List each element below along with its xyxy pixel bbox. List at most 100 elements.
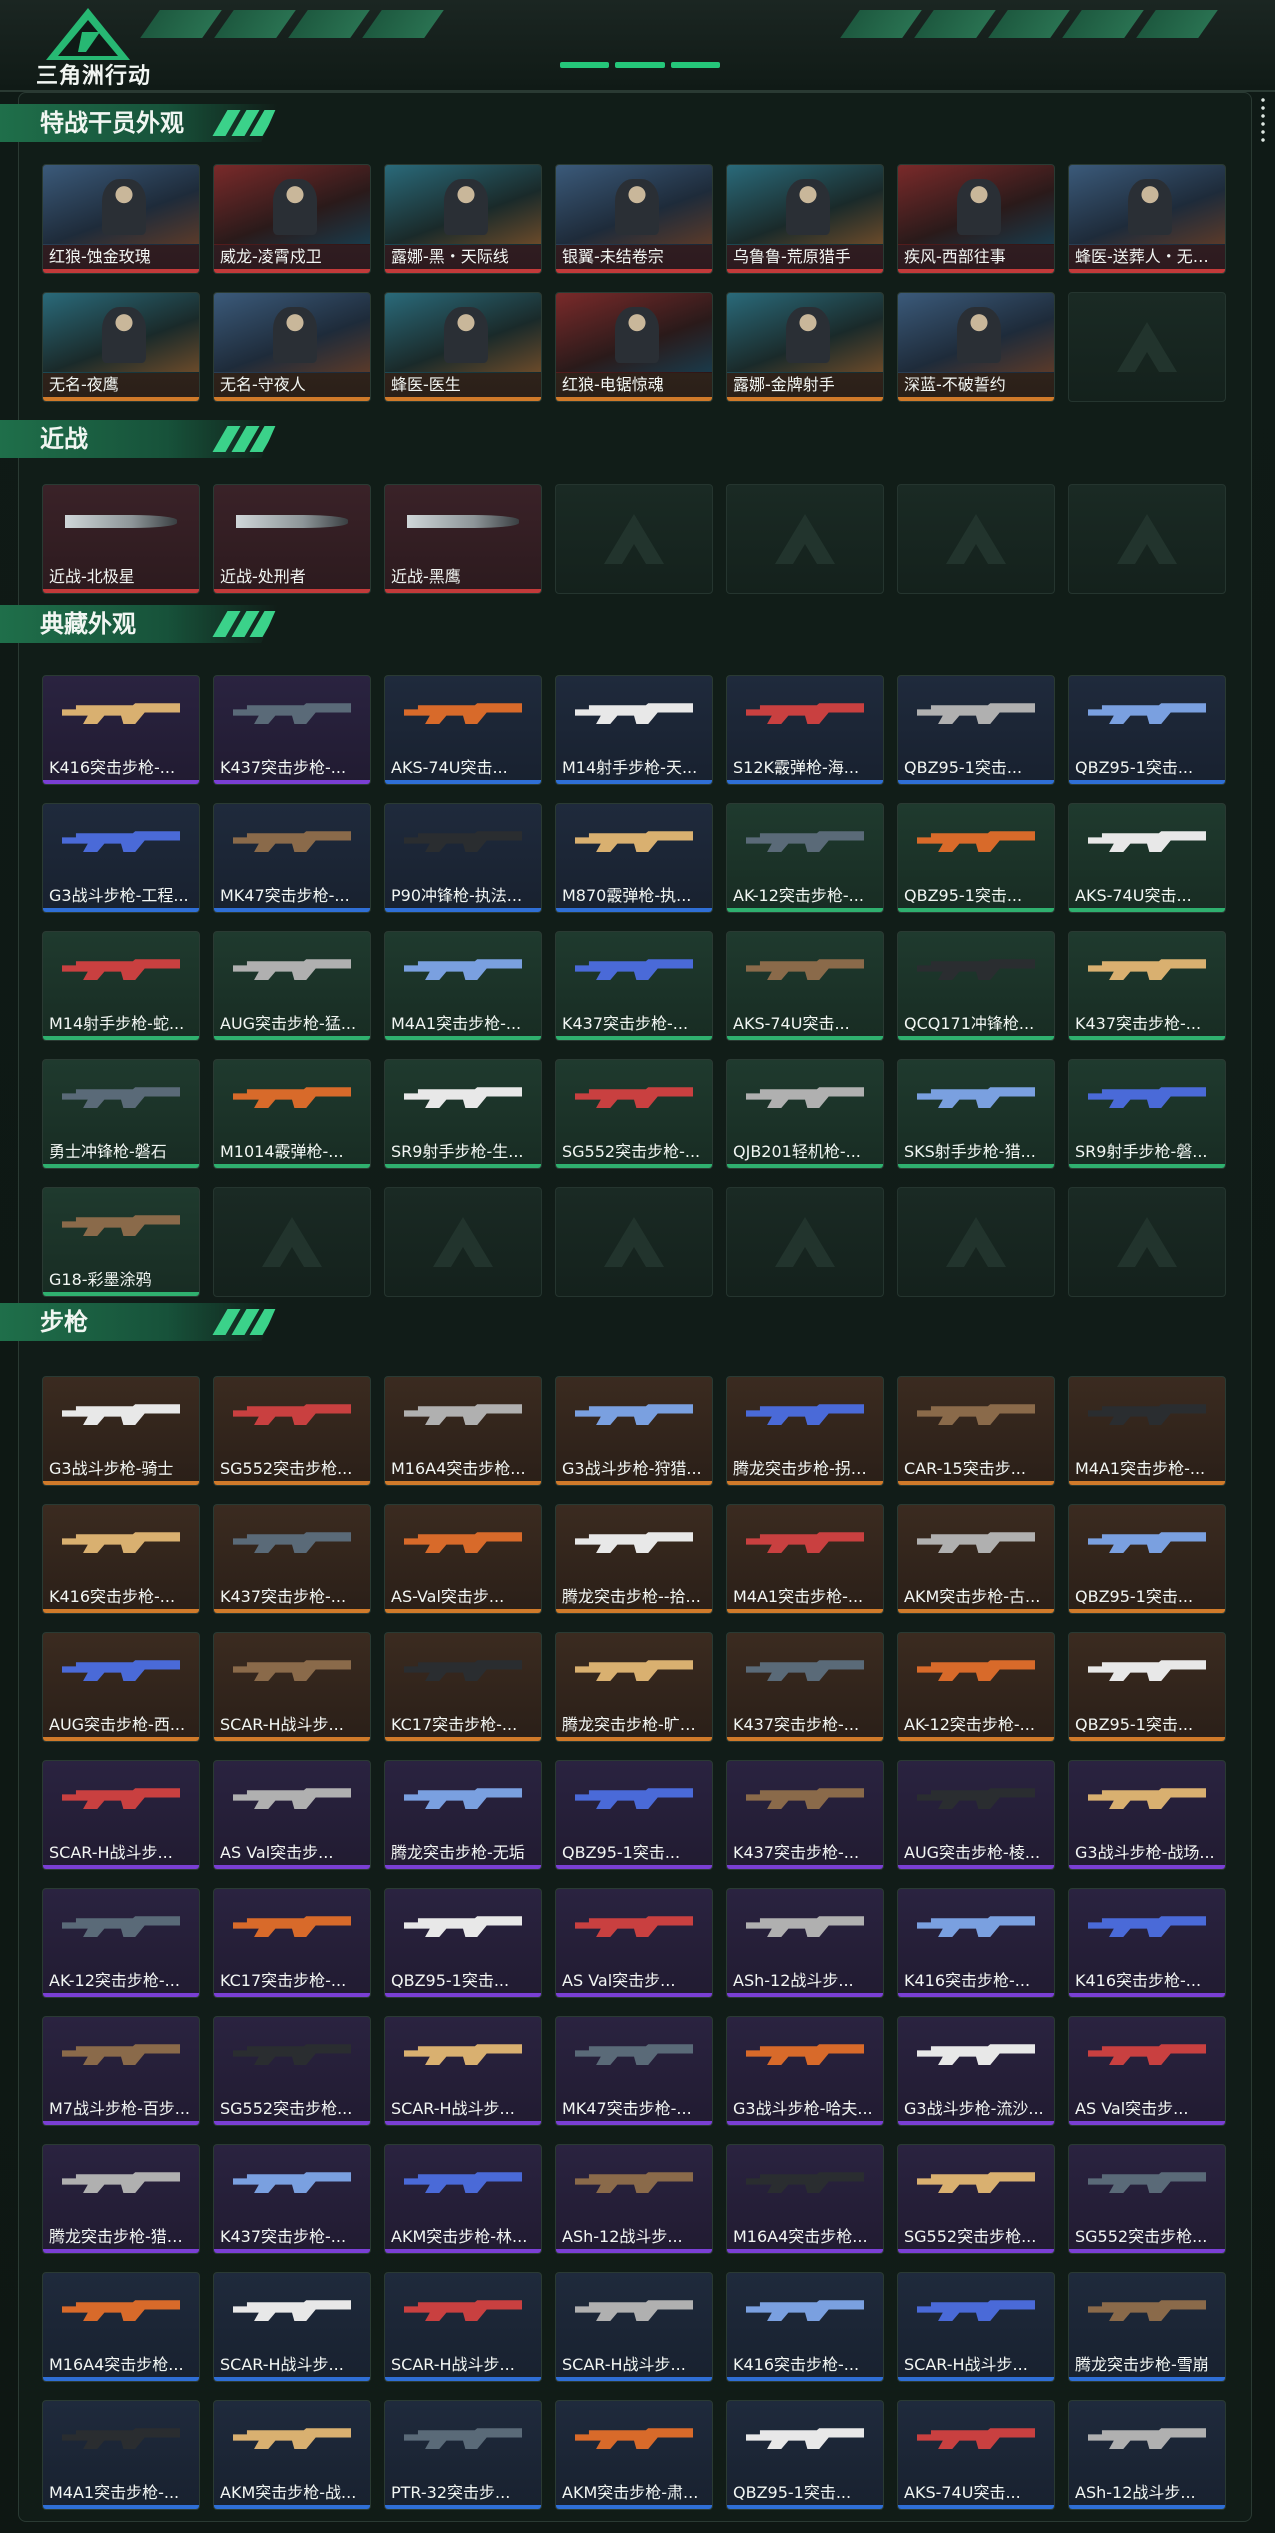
- item-card[interactable]: SCAR-H战斗步...: [897, 2272, 1055, 2382]
- item-card[interactable]: S12K霰弹枪-海...: [726, 675, 884, 785]
- item-card[interactable]: SCAR-H战斗步...: [213, 2272, 371, 2382]
- item-card[interactable]: M4A1突击步枪-...: [42, 2400, 200, 2510]
- item-card[interactable]: K437突击步枪-...: [213, 675, 371, 785]
- item-card[interactable]: AKM突击步枪-古...: [897, 1504, 1055, 1614]
- item-card[interactable]: SCAR-H战斗步...: [213, 1632, 371, 1742]
- item-card[interactable]: M1014霰弹枪-...: [213, 1059, 371, 1169]
- item-card[interactable]: M870霰弹枪-执...: [555, 803, 713, 913]
- item-card[interactable]: 乌鲁鲁-荒原猎手: [726, 164, 884, 274]
- item-card[interactable]: SG552突击步枪-...: [555, 1059, 713, 1169]
- item-card[interactable]: QCQ171冲锋枪...: [897, 931, 1055, 1041]
- item-card[interactable]: AS-Val突击步...: [384, 1504, 542, 1614]
- item-card[interactable]: 无名-守夜人: [213, 292, 371, 402]
- item-card[interactable]: KC17突击步枪-...: [384, 1632, 542, 1742]
- item-card[interactable]: AK-12突击步枪-...: [42, 1888, 200, 1998]
- item-card[interactable]: AKS-74U突击...: [897, 2400, 1055, 2510]
- item-card[interactable]: SG552突击步枪...: [213, 2016, 371, 2126]
- item-card[interactable]: SR9射手步枪-磐...: [1068, 1059, 1226, 1169]
- item-card[interactable]: 腾龙突击步枪-拐点...: [726, 1376, 884, 1486]
- item-card[interactable]: SCAR-H战斗步...: [384, 2272, 542, 2382]
- item-card[interactable]: 腾龙突击步枪--拾...: [555, 1504, 713, 1614]
- item-card[interactable]: AKS-74U突击...: [384, 675, 542, 785]
- item-card[interactable]: G3战斗步枪-狩猎...: [555, 1376, 713, 1486]
- item-card[interactable]: SCAR-H战斗步...: [555, 2272, 713, 2382]
- item-card[interactable]: QBZ95-1突击...: [1068, 1504, 1226, 1614]
- item-card[interactable]: G3战斗步枪-骑士: [42, 1376, 200, 1486]
- item-card[interactable]: 露娜-黑・天际线: [384, 164, 542, 274]
- item-card[interactable]: M16A4突击步枪...: [42, 2272, 200, 2382]
- item-card[interactable]: M14射手步枪-天...: [555, 675, 713, 785]
- item-card[interactable]: SKS射手步枪-猎...: [897, 1059, 1055, 1169]
- item-card[interactable]: QBZ95-1突击...: [897, 675, 1055, 785]
- item-card[interactable]: AUG突击步枪-猛...: [213, 931, 371, 1041]
- item-card[interactable]: 红狼-蚀金玫瑰: [42, 164, 200, 274]
- item-card[interactable]: AUG突击步枪-西...: [42, 1632, 200, 1742]
- item-card[interactable]: AKM突击步枪-林...: [384, 2144, 542, 2254]
- item-card[interactable]: ASh-12战斗步...: [555, 2144, 713, 2254]
- item-card[interactable]: K437突击步枪-...: [726, 1760, 884, 1870]
- item-card[interactable]: K416突击步枪-...: [42, 675, 200, 785]
- item-card[interactable]: G3战斗步枪-工程...: [42, 803, 200, 913]
- item-card[interactable]: K437突击步枪-...: [213, 2144, 371, 2254]
- item-card[interactable]: K437突击步枪-...: [213, 1504, 371, 1614]
- item-card[interactable]: K416突击步枪-...: [726, 2272, 884, 2382]
- item-card[interactable]: AK-12突击步枪-...: [897, 1632, 1055, 1742]
- item-card[interactable]: 腾龙突击步枪-猎鳄...: [42, 2144, 200, 2254]
- item-card[interactable]: QBZ95-1突击...: [1068, 675, 1226, 785]
- item-card[interactable]: M4A1突击步枪-...: [1068, 1376, 1226, 1486]
- item-card[interactable]: 红狼-电锯惊魂: [555, 292, 713, 402]
- item-card[interactable]: QJB201轻机枪-...: [726, 1059, 884, 1169]
- item-card[interactable]: M4A1突击步枪-...: [726, 1504, 884, 1614]
- item-card[interactable]: AKM突击步枪-肃...: [555, 2400, 713, 2510]
- item-card[interactable]: M16A4突击步枪...: [726, 2144, 884, 2254]
- item-card[interactable]: M7战斗步枪-百步...: [42, 2016, 200, 2126]
- item-card[interactable]: 腾龙突击步枪-旷野...: [555, 1632, 713, 1742]
- item-card[interactable]: AUG突击步枪-棱...: [897, 1760, 1055, 1870]
- item-card[interactable]: 近战-北极星: [42, 484, 200, 594]
- item-card[interactable]: ASh-12战斗步...: [1068, 2400, 1226, 2510]
- item-card[interactable]: K416突击步枪-...: [42, 1504, 200, 1614]
- item-card[interactable]: G3战斗步枪-哈夫...: [726, 2016, 884, 2126]
- item-card[interactable]: K416突击步枪-...: [1068, 1888, 1226, 1998]
- item-card[interactable]: MK47突击步枪-...: [213, 803, 371, 913]
- item-card[interactable]: KC17突击步枪-...: [213, 1888, 371, 1998]
- item-card[interactable]: G3战斗步枪-战场...: [1068, 1760, 1226, 1870]
- item-card[interactable]: 腾龙突击步枪-无垢: [384, 1760, 542, 1870]
- item-card[interactable]: SG552突击步枪...: [1068, 2144, 1226, 2254]
- item-card[interactable]: PTR-32突击步...: [384, 2400, 542, 2510]
- item-card[interactable]: QBZ95-1突击...: [897, 803, 1055, 913]
- item-card[interactable]: M16A4突击步枪...: [384, 1376, 542, 1486]
- item-card[interactable]: 露娜-金牌射手: [726, 292, 884, 402]
- item-card[interactable]: SCAR-H战斗步...: [42, 1760, 200, 1870]
- item-card[interactable]: 近战-处刑者: [213, 484, 371, 594]
- item-card[interactable]: QBZ95-1突击...: [1068, 1632, 1226, 1742]
- item-card[interactable]: 近战-黑鹰: [384, 484, 542, 594]
- item-card[interactable]: AS Val突击步...: [555, 1888, 713, 1998]
- item-card[interactable]: MK47突击步枪-...: [555, 2016, 713, 2126]
- item-card[interactable]: AK-12突击步枪-...: [726, 803, 884, 913]
- item-card[interactable]: 银翼-未结卷宗: [555, 164, 713, 274]
- item-card[interactable]: 勇士冲锋枪-磐石: [42, 1059, 200, 1169]
- item-card[interactable]: 疾风-西部往事: [897, 164, 1055, 274]
- item-card[interactable]: 蜂医-医生: [384, 292, 542, 402]
- item-card[interactable]: M4A1突击步枪-...: [384, 931, 542, 1041]
- item-card[interactable]: M14射手步枪-蛇...: [42, 931, 200, 1041]
- item-card[interactable]: SG552突击步枪...: [897, 2144, 1055, 2254]
- item-card[interactable]: 威龙-凌霄戍卫: [213, 164, 371, 274]
- item-card[interactable]: AKS-74U突击...: [726, 931, 884, 1041]
- item-card[interactable]: QBZ95-1突击...: [726, 2400, 884, 2510]
- item-card[interactable]: 蜂医-送葬人・无题...: [1068, 164, 1226, 274]
- item-card[interactable]: QBZ95-1突击...: [555, 1760, 713, 1870]
- item-card[interactable]: SR9射手步枪-生...: [384, 1059, 542, 1169]
- item-card[interactable]: ASh-12战斗步...: [726, 1888, 884, 1998]
- item-card[interactable]: K437突击步枪-...: [1068, 931, 1226, 1041]
- item-card[interactable]: SG552突击步枪...: [213, 1376, 371, 1486]
- item-card[interactable]: AS Val突击步...: [1068, 2016, 1226, 2126]
- item-card[interactable]: AKM突击步枪-战...: [213, 2400, 371, 2510]
- item-card[interactable]: P90冲锋枪-执法...: [384, 803, 542, 913]
- item-card[interactable]: SCAR-H战斗步...: [384, 2016, 542, 2126]
- item-card[interactable]: 无名-夜鹰: [42, 292, 200, 402]
- item-card[interactable]: K437突击步枪-...: [726, 1632, 884, 1742]
- item-card[interactable]: 深蓝-不破誓约: [897, 292, 1055, 402]
- item-card[interactable]: K437突击步枪-...: [555, 931, 713, 1041]
